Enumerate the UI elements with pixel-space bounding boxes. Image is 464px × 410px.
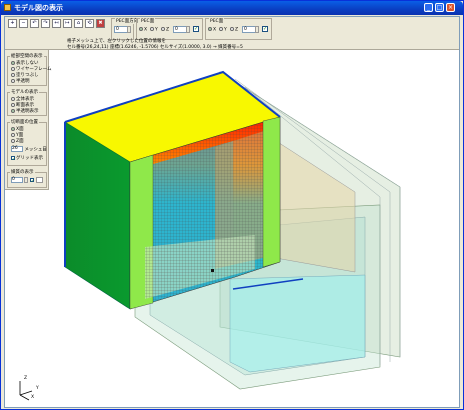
pec-direction-field[interactable]: 0 (114, 26, 128, 33)
pec1-radio-x[interactable]: X (139, 27, 147, 33)
pec1-radio-y[interactable]: Y (150, 27, 158, 33)
section-position-group: 切断面の位置 X面 Y面 Z面 26 メッシュ目 ✓グリッド表示 (7, 119, 47, 166)
medium-display-label: 媒質の表示 (10, 169, 35, 175)
slice-suffix: メッシュ目 (24, 147, 47, 153)
title-bar[interactable]: モデル図の表示 _ □ × (1, 1, 463, 15)
pec2-value-field[interactable]: 0 (242, 26, 256, 33)
close-button[interactable]: × (446, 3, 455, 12)
pec1-spinner[interactable] (186, 26, 190, 33)
pec-direction-spinner[interactable] (127, 26, 131, 33)
left-panel: 絵部空間の表示 表示しない ワイヤーフレーム 塗りつぶし 半透明 モデルの表示 … (5, 50, 51, 190)
medium-field[interactable]: 0 (11, 177, 23, 183)
window-title: モデル図の表示 (14, 4, 63, 12)
rotate-right-icon[interactable]: ↷ (41, 19, 50, 28)
pec2-checkbox[interactable]: ✓ (262, 26, 268, 32)
medium-display-group: 媒質の表示 0 ✓ (7, 169, 47, 188)
pec2-spinner[interactable] (255, 26, 259, 33)
minimize-button[interactable]: _ (424, 3, 433, 12)
cyan-box (229, 274, 366, 373)
click-info-line-2: セル番号(26,24,11) 座標(1.6246, -1.5706) セルサイズ… (67, 45, 243, 50)
app-icon (4, 4, 11, 11)
section-radio-z[interactable]: Z面 (11, 138, 24, 144)
client-area: + − ↶ ↷ ↤ ↦ ⌂ ⟲ ✖ PEC面方向 0 PEC面 X Y Z 0 ✓ PEC面 X… (4, 16, 460, 408)
click-info: 格子メッシュ上で、左クリックした位置の情報を セル番号(26,24,11) 座標… (67, 39, 243, 51)
pec-plane-label-1: PEC面 (140, 18, 156, 24)
medium-spinner[interactable] (24, 177, 29, 183)
model-display-group: モデルの表示 全体表示 断面表示 半透明表示 (7, 89, 47, 116)
model-viewport[interactable] (5, 17, 459, 407)
pec1-checkbox[interactable]: ✓ (193, 26, 199, 32)
pec1-value-field[interactable]: 0 (173, 26, 187, 33)
pec2-radio-y[interactable]: Y (219, 27, 227, 33)
slice-field-row: 26 メッシュ目 (11, 146, 47, 153)
pec-plane-group-1: PEC面 X Y Z 0 ✓ (136, 18, 203, 40)
space-display-label: 絵部空間の表示 (10, 53, 44, 59)
model-radio-2[interactable]: 半透明表示 (11, 108, 39, 114)
pec-direction-group: PEC面方向 0 (111, 18, 140, 40)
pec1-radio-z[interactable]: Z (161, 27, 169, 33)
medium-checkbox[interactable]: ✓ (29, 178, 34, 183)
reset-view-icon[interactable]: ⟲ (85, 19, 94, 28)
axis-label-x: X (31, 395, 35, 400)
app-window: モデル図の表示 _ □ × + − ↶ ↷ ↤ ↦ ⌂ ⟲ ✖ PEC面方向 0… (0, 0, 464, 410)
grid-toggle[interactable]: ✓グリッド表示 (11, 155, 43, 161)
medium-color-swatch[interactable] (36, 177, 44, 183)
slice-field[interactable]: 26 (11, 146, 23, 152)
space-radio-3[interactable]: 半透明 (11, 78, 30, 84)
axis-label-y: Y (36, 386, 39, 391)
space-display-group: 絵部空間の表示 表示しない ワイヤーフレーム 塗りつぶし 半透明 (7, 53, 51, 86)
maximize-button[interactable]: □ (435, 3, 444, 12)
model-display-label: モデルの表示 (10, 89, 39, 95)
axis-label-z: Z (24, 376, 28, 381)
pec-plane-label-2: PEC面 (209, 18, 225, 24)
undo-icon[interactable]: ↤ (52, 19, 61, 28)
pec-plane-group-2: PEC面 X Y Z 0 ✓ (205, 18, 272, 40)
rotate-left-icon[interactable]: ↶ (30, 19, 39, 28)
toolbar: + − ↶ ↷ ↤ ↦ ⌂ ⟲ ✖ PEC面方向 0 PEC面 X Y Z 0 ✓ PEC面 X… (5, 17, 459, 50)
redo-icon[interactable]: ↦ (63, 19, 72, 28)
zoom-in-icon[interactable]: + (8, 19, 17, 28)
close-view-icon[interactable]: ✖ (96, 19, 105, 28)
home-icon[interactable]: ⌂ (74, 19, 83, 28)
pec2-radio-z[interactable]: Z (230, 27, 238, 33)
zoom-out-icon[interactable]: − (19, 19, 28, 28)
pec2-radio-x[interactable]: X (208, 27, 216, 33)
medium-field-row: 0 ✓ (11, 177, 44, 184)
section-position-label: 切断面の位置 (10, 119, 39, 125)
